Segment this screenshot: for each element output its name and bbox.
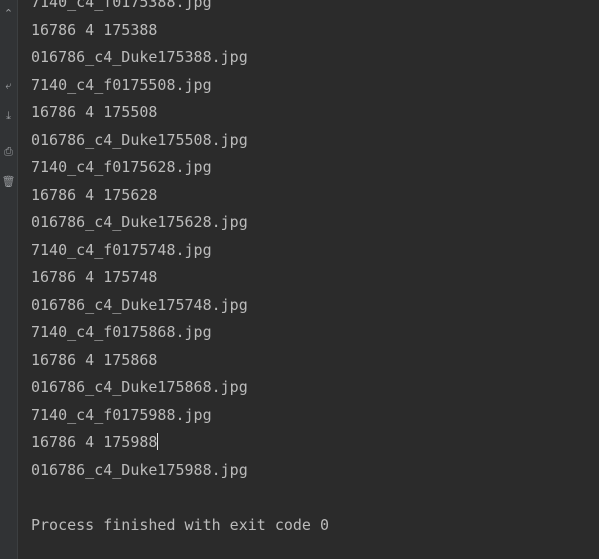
console-line: 16786 4 175628 [31, 186, 158, 204]
console-line: 7140_c4_f0175388.jpg [31, 0, 212, 11]
text-caret [157, 433, 159, 450]
console-line: 7140_c4_f0175748.jpg [31, 241, 212, 259]
console-line: 16786 4 175748 [31, 268, 158, 286]
console-line: 7140_c4_f0175868.jpg [31, 323, 212, 341]
scroll-up-icon[interactable]: ⌃ [0, 4, 17, 22]
scroll-to-end-icon[interactable]: ⤓ [0, 106, 17, 124]
clear-all-icon[interactable]: 🗑 [0, 172, 17, 190]
console-line: 7140_c4_f0175628.jpg [31, 158, 212, 176]
console-line: 016786_c4_Duke175628.jpg [31, 213, 248, 231]
console-line: 16786 4 175508 [31, 103, 158, 121]
console-line: 7140_c4_f0175508.jpg [31, 76, 212, 94]
process-exit-message: Process finished with exit code 0 [31, 516, 330, 534]
console-line-active: 16786 4 175988 [31, 432, 159, 452]
run-console: ⌃ ⤶ ⤓ ⎙ 🗑 7140_c4_f0175388.jpg 16786 4 1… [0, 0, 599, 559]
console-line: 16786 4 175388 [31, 21, 158, 39]
console-line: 7140_c4_f0175988.jpg [31, 406, 212, 424]
console-line: 16786 4 175868 [31, 351, 158, 369]
console-line-text: 16786 4 175988 [31, 433, 158, 451]
console-line: 016786_c4_Duke175388.jpg [31, 48, 248, 66]
console-output[interactable]: 7140_c4_f0175388.jpg 16786 4 175388 0167… [31, 0, 599, 559]
console-line: 016786_c4_Duke175868.jpg [31, 378, 248, 396]
console-line: 016786_c4_Duke175748.jpg [31, 296, 248, 314]
soft-wrap-icon[interactable]: ⤶ [0, 76, 17, 94]
print-icon[interactable]: ⎙ [0, 142, 17, 160]
console-toolbar: ⌃ ⤶ ⤓ ⎙ 🗑 [0, 0, 18, 559]
console-line: 016786_c4_Duke175508.jpg [31, 131, 248, 149]
console-line: 016786_c4_Duke175988.jpg [31, 461, 248, 479]
